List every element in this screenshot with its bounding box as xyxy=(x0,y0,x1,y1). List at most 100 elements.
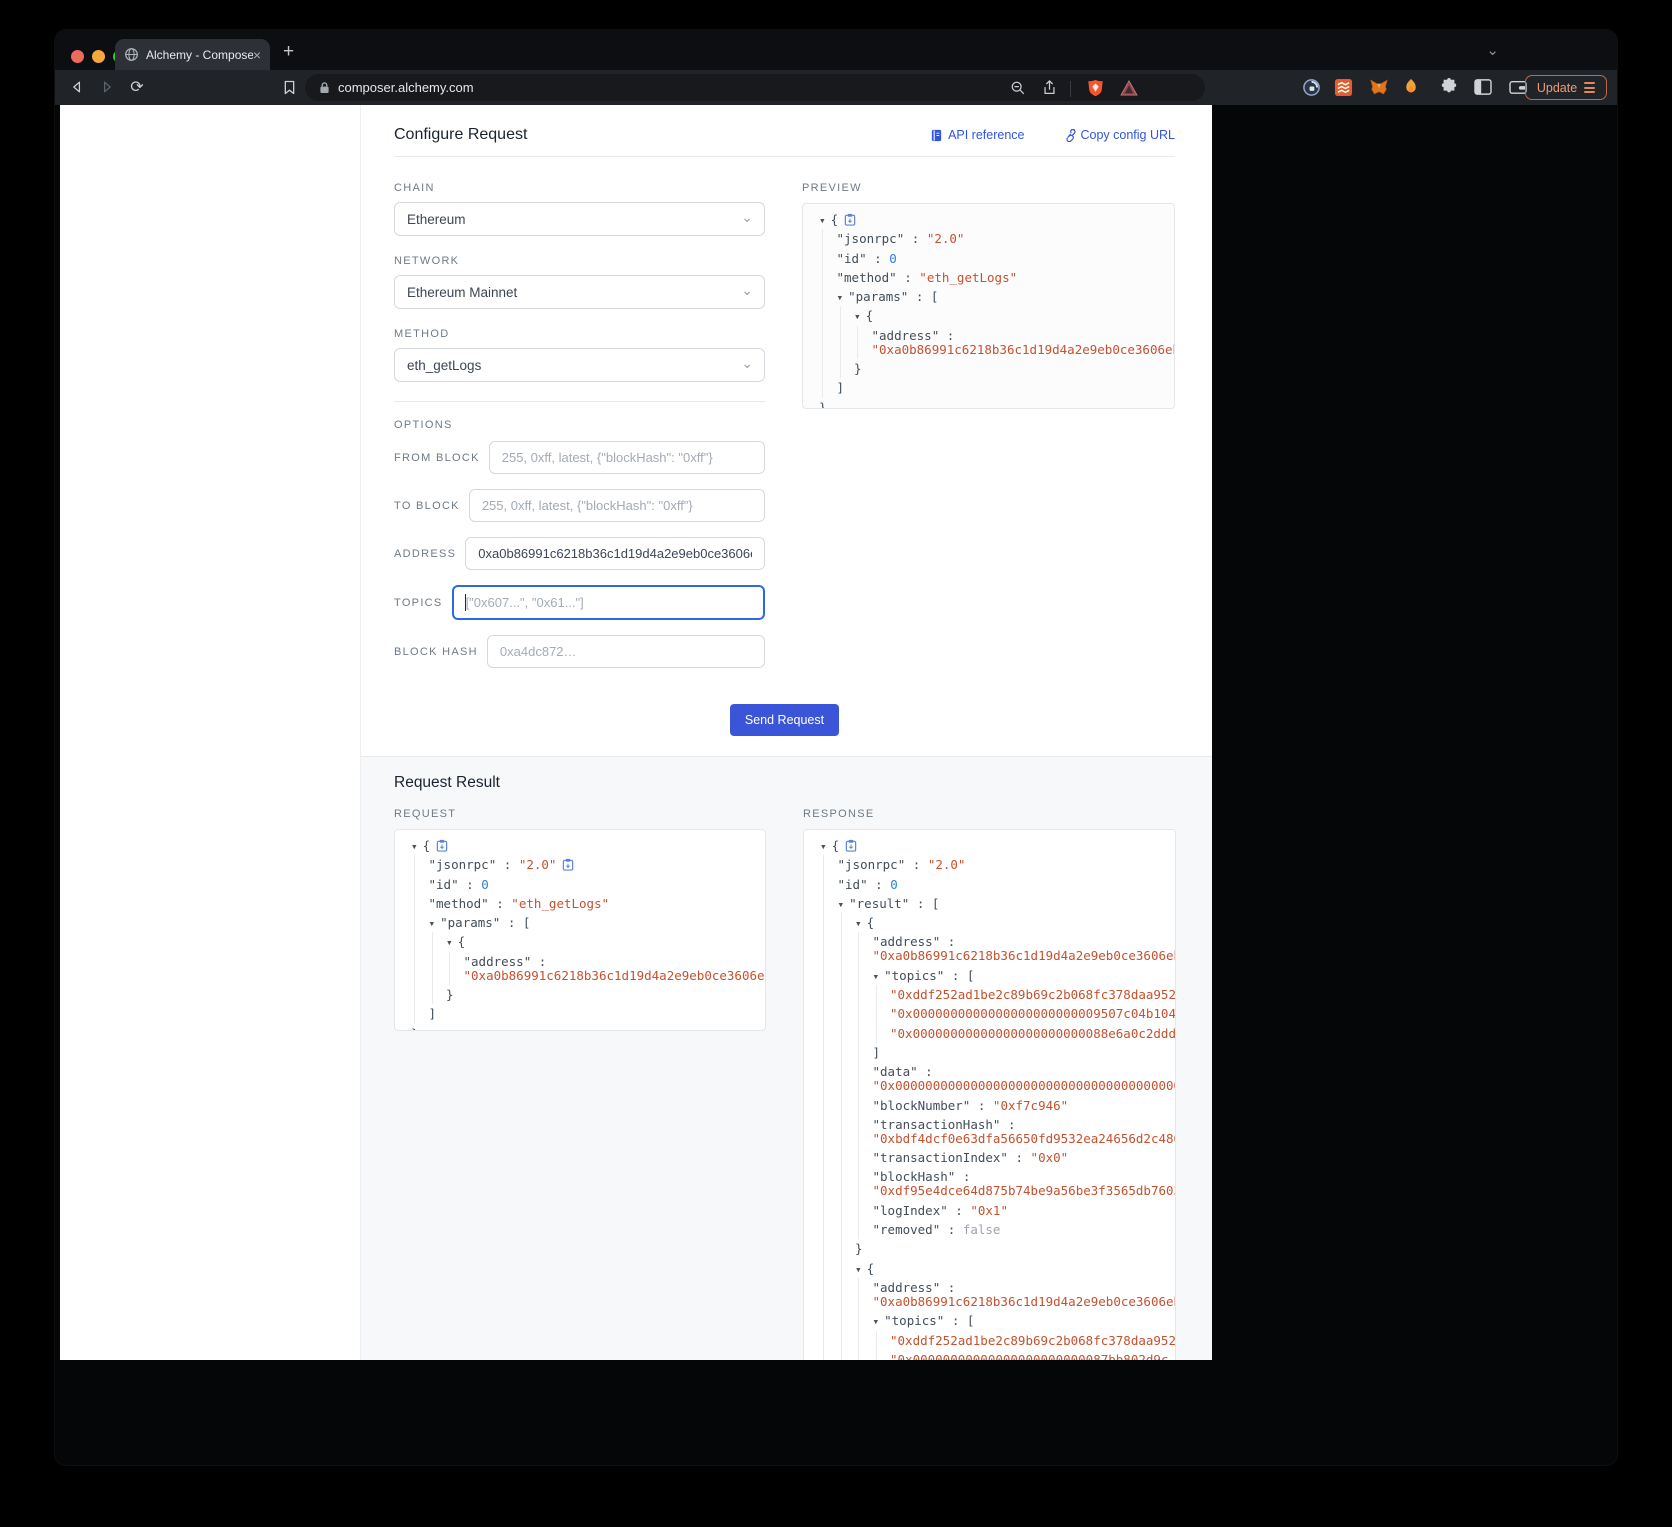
extensions-puzzle-icon[interactable] xyxy=(1438,76,1460,98)
reload-button[interactable]: ⟳ xyxy=(127,77,147,97)
share-icon[interactable] xyxy=(1042,81,1057,95)
collapse-toggle-icon[interactable]: ▾ xyxy=(873,1315,880,1328)
indent-guide xyxy=(841,1076,842,1095)
collapse-toggle-icon[interactable]: ▾ xyxy=(446,936,453,949)
collapse-toggle-icon[interactable]: ▾ xyxy=(411,840,418,853)
chevron-down-icon: ⌄ xyxy=(741,355,753,372)
extension-orange-stack-icon[interactable] xyxy=(1332,76,1354,98)
indent-guide xyxy=(823,1129,824,1148)
api-reference-link[interactable]: API reference xyxy=(930,128,1024,142)
indent-guide xyxy=(822,378,823,397)
block-hash-input[interactable] xyxy=(487,635,765,668)
update-label: Update xyxy=(1537,81,1577,95)
indent-guide xyxy=(858,1004,859,1023)
indent-guide xyxy=(841,1220,842,1239)
indent-guide xyxy=(876,1350,877,1360)
json-key: "topics" xyxy=(884,968,944,983)
json-bool: false xyxy=(963,1222,1001,1237)
indent-guide xyxy=(414,875,415,894)
browser-update-menu-button[interactable]: Update xyxy=(1525,75,1607,100)
from-block-input[interactable] xyxy=(489,441,765,474)
indent-guide xyxy=(823,1350,824,1360)
sidebar-toggle-icon[interactable] xyxy=(1472,76,1494,98)
indent-guide xyxy=(823,1096,824,1115)
options-label: OPTIONS xyxy=(394,419,765,431)
indent-guide xyxy=(841,1201,842,1220)
collapse-toggle-icon[interactable]: ▾ xyxy=(838,898,845,911)
preview-json-panel: ▾{"jsonrpc" : "2.0""id" : 0"method" : "e… xyxy=(802,203,1175,409)
json-key: "method" xyxy=(837,270,897,285)
chain-select[interactable]: Ethereum ⌄ xyxy=(394,202,765,236)
collapse-toggle-icon[interactable]: ▾ xyxy=(855,1263,862,1276)
back-button[interactable] xyxy=(67,77,87,97)
metamask-icon[interactable] xyxy=(1368,76,1390,98)
indent-guide xyxy=(841,1331,842,1350)
json-str: "0x0000000000000000000000009507c04b1048 xyxy=(890,1006,1176,1021)
collapse-toggle-icon[interactable]: ▾ xyxy=(854,310,861,323)
json-line: "0x00000000000000000000000087bb802d9c xyxy=(804,1350,1175,1360)
indent-guide xyxy=(823,1220,824,1239)
brave-shield-icon[interactable] xyxy=(1087,81,1104,95)
json-num: 0 xyxy=(890,877,898,892)
send-request-button[interactable]: Send Request xyxy=(730,704,839,736)
zoom-out-icon[interactable] xyxy=(1010,81,1026,95)
address-input[interactable] xyxy=(465,537,765,570)
to-block-input[interactable] xyxy=(469,489,765,522)
topics-input[interactable] xyxy=(452,585,765,620)
json-punc: } xyxy=(446,987,454,1002)
collapse-toggle-icon[interactable]: ▾ xyxy=(837,291,844,304)
json-line: "0xa0b86991c6218b36c1d19d4a2e9eb0ce3606e… xyxy=(395,966,765,985)
collapse-toggle-icon[interactable]: ▾ xyxy=(873,970,880,983)
indent-guide xyxy=(823,1148,824,1167)
json-line: "jsonrpc" : "2.0" xyxy=(395,855,765,874)
tab-close-icon[interactable]: × xyxy=(253,48,261,62)
indent-guide xyxy=(858,1181,859,1200)
new-tab-button[interactable]: + xyxy=(283,42,294,61)
json-str: "2.0" xyxy=(928,857,966,872)
bookmark-icon[interactable] xyxy=(279,77,299,97)
request-result-section: Request Result REQUEST ▾{"jsonrpc" : "2.… xyxy=(361,756,1212,1360)
close-window-button[interactable] xyxy=(71,50,84,63)
browser-tab[interactable]: Alchemy - Composer × xyxy=(115,39,270,70)
address-label: ADDRESS xyxy=(394,548,456,560)
indent-guide xyxy=(841,1043,842,1062)
collapse-toggle-icon[interactable]: ▾ xyxy=(429,917,436,930)
json-str: "0x0000000000000000000000000000000000000… xyxy=(873,1078,1177,1093)
network-select[interactable]: Ethereum Mainnet ⌄ xyxy=(394,275,765,309)
collapse-toggle-icon[interactable]: ▾ xyxy=(855,917,862,930)
block-hash-label: BLOCK HASH xyxy=(394,646,478,658)
tab-search-chevron-icon[interactable]: ⌄ xyxy=(1486,41,1499,59)
indent-guide xyxy=(841,966,842,985)
request-json-panel: ▾{"jsonrpc" : "2.0""id" : 0"method" : "e… xyxy=(394,829,766,1031)
url-bar[interactable]: composer.alchemy.com xyxy=(305,74,1205,101)
json-line: ▾{ xyxy=(803,306,1174,325)
json-line: "id" : 0 xyxy=(804,875,1175,894)
extension-torch-icon[interactable] xyxy=(1400,76,1422,98)
indent-guide xyxy=(823,894,824,913)
method-select[interactable]: eth_getLogs ⌄ xyxy=(394,348,765,382)
indent-guide xyxy=(841,1129,842,1148)
json-punc: { xyxy=(866,308,874,323)
json-key: "jsonrpc" xyxy=(838,857,906,872)
json-punc: : xyxy=(867,251,890,266)
extension-privacy-icon[interactable] xyxy=(1300,76,1322,98)
brave-rewards-icon[interactable] xyxy=(1120,81,1138,95)
collapse-toggle-icon[interactable]: ▾ xyxy=(820,840,827,853)
indent-guide xyxy=(823,855,824,874)
json-str: "eth_getLogs" xyxy=(919,270,1017,285)
forward-button[interactable] xyxy=(97,77,117,97)
json-line: "transactionIndex" : "0x0" xyxy=(804,1148,1175,1167)
json-str: "0xddf252ad1be2c89b69c2b068fc378daa952b xyxy=(890,987,1176,1002)
json-line: ] xyxy=(804,1043,1175,1062)
json-line: ] xyxy=(803,378,1174,397)
copy-config-url-link[interactable]: Copy config URL xyxy=(1063,128,1176,142)
collapse-toggle-icon[interactable]: ▾ xyxy=(819,214,826,227)
json-str: "2.0" xyxy=(519,857,557,872)
minimize-window-button[interactable] xyxy=(92,50,105,63)
chain-label: CHAIN xyxy=(394,182,765,194)
indent-guide xyxy=(840,359,841,378)
json-line: } xyxy=(395,985,765,1004)
json-line: } xyxy=(804,1239,1175,1258)
tab-title: Alchemy - Composer xyxy=(146,48,253,62)
json-punc: : xyxy=(459,877,482,892)
